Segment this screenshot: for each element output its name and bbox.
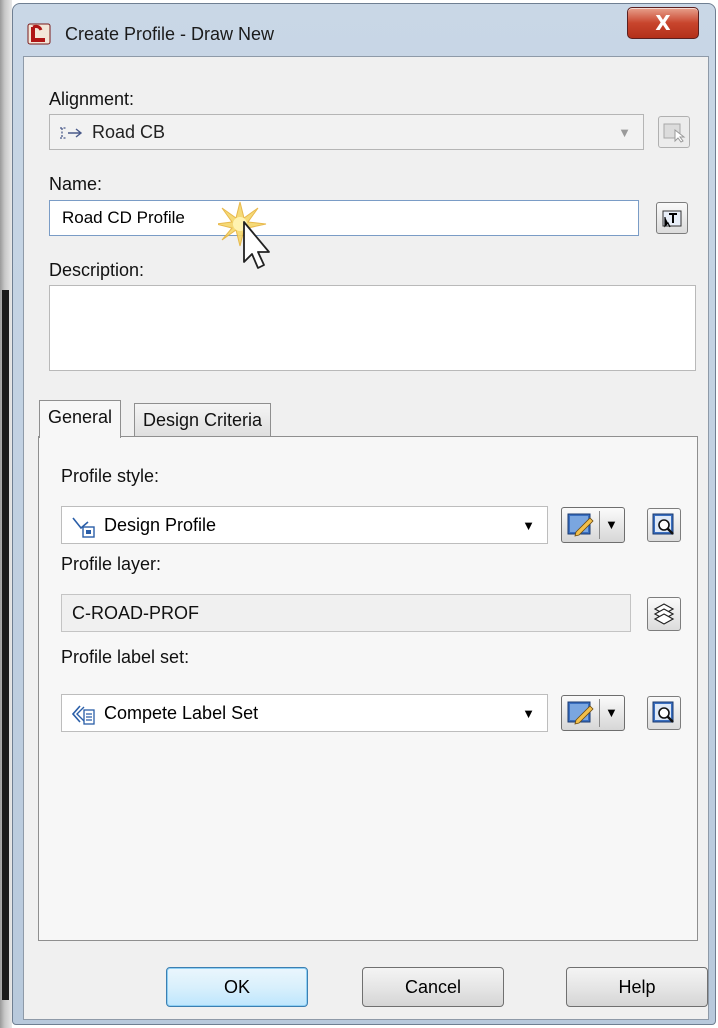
tab-general[interactable]: General [39, 400, 122, 438]
preview-magnifier-icon [652, 513, 674, 535]
profile-layer-field: C-ROAD-PROF [61, 594, 631, 632]
pick-from-drawing-icon [663, 123, 686, 143]
name-input[interactable]: Road CD Profile [49, 200, 639, 236]
name-label: Name: [49, 174, 103, 194]
chevron-down-icon: ▼ [522, 518, 535, 533]
description-label: Description: [49, 260, 145, 280]
alignment-value: Road CB [92, 122, 166, 142]
profile-style-select[interactable]: Design Profile ▼ [61, 506, 548, 544]
name-template-button[interactable] [656, 202, 688, 234]
split-separator [599, 511, 600, 539]
label-set-select[interactable]: Compete Label Set ▼ [61, 694, 548, 732]
edit-label-set-button[interactable]: ▼ [561, 695, 625, 731]
label-set-value: Compete Label Set [104, 703, 259, 723]
chevron-down-icon: ▼ [618, 125, 631, 140]
profile-layer-button[interactable] [647, 597, 681, 631]
name-value: Road CD Profile [62, 208, 185, 227]
split-separator [599, 699, 600, 727]
alignment-label: Alignment: [49, 89, 135, 109]
name-template-icon [662, 210, 682, 228]
alignment-icon [60, 127, 83, 139]
chevron-down-icon[interactable]: ▼ [605, 517, 618, 532]
ok-button-label: OK [223, 976, 250, 997]
profile-layer-label: Profile layer: [61, 554, 162, 574]
pick-alignment-button[interactable] [658, 116, 690, 148]
mouse-pointer-icon [218, 201, 270, 269]
description-input[interactable] [49, 285, 696, 371]
background-edge [0, 0, 12, 1028]
tab-design-criteria[interactable]: Design Criteria [134, 403, 272, 437]
layer-stack-icon [653, 603, 675, 625]
chevron-down-icon: ▼ [522, 706, 535, 721]
ok-button[interactable]: OK [166, 967, 308, 1007]
create-profile-dialog: Create Profile - Draw New X Alignment: R… [12, 3, 716, 1025]
edit-style-icon [567, 701, 594, 725]
alignment-combo[interactable]: Road CB ▼ [49, 114, 644, 150]
cancel-button[interactable]: Cancel [362, 967, 504, 1007]
cancel-button-label: Cancel [404, 976, 462, 997]
profile-style-icon [72, 517, 95, 538]
background-edge-stripe [2, 290, 9, 1000]
civil3d-app-icon [27, 23, 51, 45]
help-button[interactable]: Help [566, 967, 708, 1007]
profile-style-value: Design Profile [104, 515, 217, 535]
label-set-label: Profile label set: [61, 647, 190, 667]
edit-profile-style-button[interactable]: ▼ [561, 507, 625, 543]
profile-style-label: Profile style: [61, 466, 160, 486]
preview-profile-style-button[interactable] [647, 508, 681, 542]
preview-magnifier-icon [652, 701, 674, 723]
preview-label-set-button[interactable] [647, 696, 681, 730]
chevron-down-icon[interactable]: ▼ [605, 705, 618, 720]
dialog-client-area: Alignment: Road CB ▼ Name: Road CD Profi… [23, 56, 709, 1020]
edit-style-icon [567, 513, 594, 537]
profile-layer-value: C-ROAD-PROF [72, 603, 199, 623]
general-tab-panel: Profile style: Design Profile ▼ ▼ Profil… [38, 436, 698, 941]
tab-design-criteria-label: Design Criteria [143, 410, 263, 430]
close-icon: X [655, 11, 671, 35]
title-bar[interactable]: Create Profile - Draw New X [13, 4, 715, 56]
close-button[interactable]: X [627, 7, 699, 39]
tab-general-label: General [48, 407, 113, 427]
dialog-title: Create Profile - Draw New [65, 24, 275, 44]
label-set-icon [72, 705, 95, 725]
help-button-label: Help [618, 976, 656, 997]
